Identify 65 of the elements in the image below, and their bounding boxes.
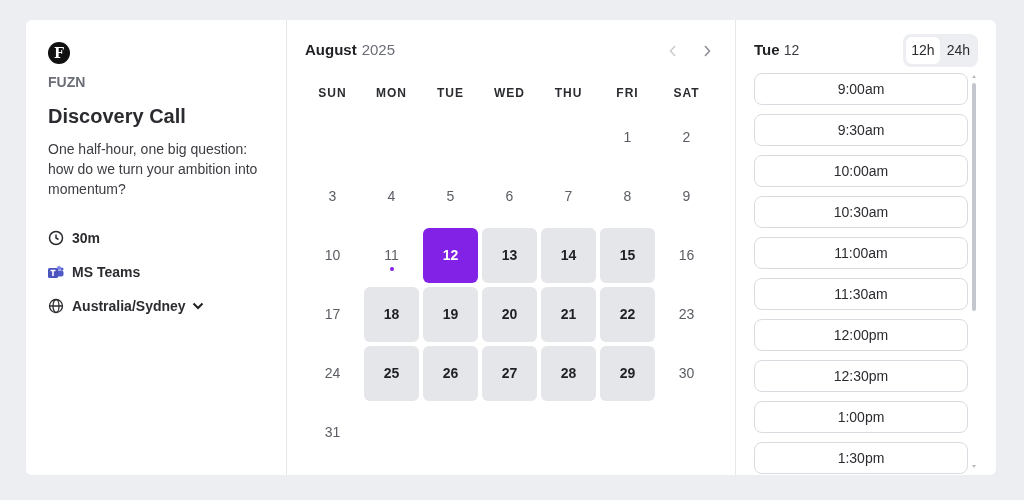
date-button[interactable]: 26 [423,346,478,401]
date-button[interactable]: 22 [600,287,655,342]
date-text: 31 [323,423,342,442]
date-text: 9 [681,187,692,206]
month-year-title: August 2025 [305,39,396,60]
date-text: 17 [323,305,342,324]
organizer-name: FUZN [48,73,87,92]
date-button[interactable]: 28 [541,346,596,401]
date-button[interactable]: 15 [600,228,655,283]
time-format-tab[interactable]: 24h [941,36,975,64]
date-text: 10 [323,246,342,265]
time-slot-button[interactable]: 1:30pm [754,442,968,474]
date-text: 6 [504,187,515,206]
event-description: One half-hour, one big question: how do we turn your ambition into momentum? [48,140,259,199]
time-slot-button[interactable]: 10:00am [754,155,968,187]
date-button[interactable]: 21 [541,287,596,342]
weekday-label: MON [375,85,408,102]
selected-day-title: Tue 12 [754,39,800,60]
date-text: 5 [445,187,456,206]
logo: F [48,42,70,64]
date-text: 23 [677,305,696,324]
date-button[interactable]: 14 [541,228,596,283]
date-text: 24 [323,364,342,383]
date-button[interactable]: 18 [364,287,419,342]
date-button[interactable]: 25 [364,346,419,401]
weekday-label: FRI [615,85,640,102]
date-text: 30 [677,364,696,383]
date-text: 7 [563,187,574,206]
date-button[interactable]: 27 [482,346,537,401]
date-button[interactable]: 29 [600,346,655,401]
weekday-label: TUE [436,85,465,102]
time-slot-button[interactable]: 12:00pm [754,319,968,351]
date-text: 4 [386,187,397,206]
weekday-label: SAT [672,85,701,102]
clock-icon [48,230,64,246]
weekday-label: WED [493,85,526,102]
weekday-label: SUN [317,85,348,102]
time-slot-button[interactable]: 9:00am [754,73,968,105]
date-text: 3 [327,187,338,206]
time-slot-button[interactable]: 1:00pm [754,401,968,433]
time-format-tab[interactable]: 12h [906,36,940,64]
date-text: 8 [622,187,633,206]
date-button[interactable]: 19 [423,287,478,342]
time-slot-button[interactable]: 11:00am [754,237,968,269]
date-button[interactable]: 20 [482,287,537,342]
date-button[interactable]: 13 [482,228,537,283]
time-slot-button[interactable]: 9:30am [754,114,968,146]
date-text: 2 [681,128,692,147]
date-button[interactable]: 12 [423,228,478,283]
weekday-label: THU [553,85,584,102]
chevron-left-icon [669,44,677,57]
chevron-right-icon [703,44,711,57]
chevron-down-icon [191,302,204,310]
time-slot-button[interactable]: 10:30am [754,196,968,228]
timezone-dropdown[interactable]: Australia/Sydney [72,289,204,323]
video-app-icon [48,265,64,279]
date-text: 16 [677,246,696,265]
date-text: 11 [364,228,419,283]
duration-text: 30m [72,228,101,248]
globe-icon [48,298,64,314]
location-text: MS Teams [72,262,141,282]
time-slot-button[interactable]: 11:30am [754,278,968,310]
date-text: 1 [622,128,633,147]
event-title: Discovery Call [48,104,187,129]
time-slot-button[interactable]: 12:30pm [754,360,968,392]
